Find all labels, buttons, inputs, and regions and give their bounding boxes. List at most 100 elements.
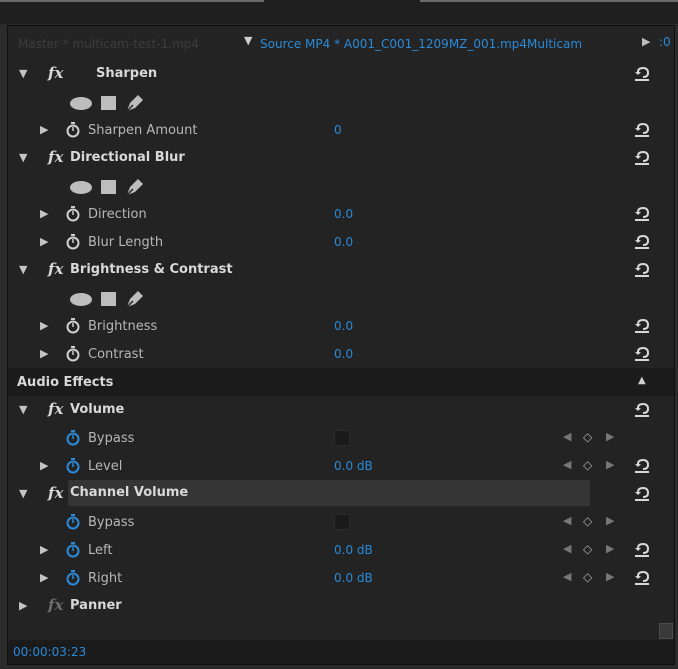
stopwatch-icon[interactable] [66,318,80,334]
param-row-right[interactable]: ▶ Right 0.0 dB ◀ ◇ ▶ [8,564,674,592]
stopwatch-icon[interactable] [66,542,80,558]
stopwatch-icon[interactable] [66,122,80,138]
fx-toggle-icon[interactable]: fx [48,484,63,502]
reset-icon[interactable] [632,316,652,336]
pen-mask-icon[interactable] [124,288,146,310]
next-keyframe-icon[interactable]: ▶ [606,514,614,527]
twirl-right-icon[interactable]: ▶ [40,207,48,220]
reset-icon[interactable] [632,400,652,420]
effect-row-volume[interactable]: ▼ fx Volume [8,396,674,424]
pen-mask-icon[interactable] [124,176,146,198]
effect-row-sharpen[interactable]: ▼ fx Sharpen [8,60,674,88]
playhead-timecode[interactable]: 00:00:03:23 [13,645,86,659]
twirl-right-icon[interactable]: ▶ [40,347,48,360]
bypass-checkbox[interactable] [334,430,350,446]
reset-icon[interactable] [632,148,652,168]
stopwatch-icon[interactable] [66,430,80,446]
add-keyframe-icon[interactable]: ◇ [583,570,592,584]
reset-icon[interactable] [632,344,652,364]
param-row-blur-length[interactable]: ▶ Blur Length 0.0 [8,228,674,256]
param-row-bypass[interactable]: Bypass ◀ ◇ ▶ [8,424,674,452]
twirl-down-icon[interactable]: ▼ [19,67,27,80]
stopwatch-icon[interactable] [66,514,80,530]
param-value[interactable]: 0.0 [334,347,353,361]
reset-icon[interactable] [632,540,652,560]
stopwatch-icon[interactable] [66,346,80,362]
twirl-right-icon[interactable]: ▶ [40,319,48,332]
twirl-right-icon[interactable]: ▶ [40,123,48,136]
param-value[interactable]: 0.0 dB [334,571,373,585]
reset-icon[interactable] [632,204,652,224]
stopwatch-icon[interactable] [66,234,80,250]
master-clip-tab[interactable]: Master * multicam-test-1.mp4 [18,37,199,51]
rectangle-mask-icon[interactable] [101,180,116,194]
fx-toggle-icon[interactable]: fx [48,148,63,166]
add-keyframe-icon[interactable]: ◇ [583,458,592,472]
previous-keyframe-icon[interactable]: ◀ [563,570,571,583]
rectangle-mask-icon[interactable] [101,292,116,306]
audio-effects-header[interactable]: Audio Effects ▲ [8,368,674,396]
ellipse-mask-icon[interactable] [70,97,92,110]
param-row-brightness[interactable]: ▶ Brightness 0.0 [8,312,674,340]
fx-toggle-icon[interactable]: fx [48,260,63,278]
param-value[interactable]: 0.0 [334,319,353,333]
twirl-down-icon[interactable]: ▼ [19,403,27,416]
reset-icon[interactable] [632,484,652,504]
param-row-direction[interactable]: ▶ Direction 0.0 [8,200,674,228]
twirl-down-icon[interactable]: ▼ [19,263,27,276]
reset-icon[interactable] [632,120,652,140]
twirl-down-icon[interactable]: ▼ [19,487,27,500]
param-value[interactable]: 0.0 dB [334,459,373,473]
source-dropdown-arrow-icon[interactable]: ▼ [244,34,252,47]
stopwatch-icon[interactable] [66,458,80,474]
reset-icon[interactable] [632,232,652,252]
param-value[interactable]: 0 [334,123,342,137]
next-keyframe-icon[interactable]: ▶ [606,430,614,443]
play-icon[interactable]: ▶ [642,35,650,48]
twirl-right-icon[interactable]: ▶ [19,599,27,612]
add-keyframe-icon[interactable]: ◇ [583,514,592,528]
ellipse-mask-icon[interactable] [70,181,92,194]
effect-row-channel-volume[interactable]: ▼ fx Channel Volume [8,480,674,508]
param-value[interactable]: 0.0 [334,207,353,221]
reset-icon[interactable] [632,568,652,588]
fx-toggle-icon[interactable]: fx [48,596,63,614]
effect-row-directional-blur[interactable]: ▼ fx Directional Blur [8,144,674,172]
fx-toggle-icon[interactable]: fx [48,64,63,82]
stopwatch-icon[interactable] [66,570,80,586]
next-keyframe-icon[interactable]: ▶ [606,542,614,555]
twirl-right-icon[interactable]: ▶ [40,543,48,556]
collapse-icon[interactable]: ▲ [638,375,646,386]
stopwatch-icon[interactable] [66,206,80,222]
param-row-left[interactable]: ▶ Left 0.0 dB ◀ ◇ ▶ [8,536,674,564]
param-row-level[interactable]: ▶ Level 0.0 dB ◀ ◇ ▶ [8,452,674,480]
param-value[interactable]: 0.0 dB [334,543,373,557]
effect-row-panner[interactable]: ▶ fx Panner [8,592,674,620]
add-keyframe-icon[interactable]: ◇ [583,430,592,444]
reset-icon[interactable] [632,260,652,280]
add-keyframe-icon[interactable]: ◇ [583,542,592,556]
twirl-right-icon[interactable]: ▶ [40,571,48,584]
bypass-checkbox[interactable] [334,514,350,530]
twirl-right-icon[interactable]: ▶ [40,235,48,248]
previous-keyframe-icon[interactable]: ◀ [563,430,571,443]
rectangle-mask-icon[interactable] [101,96,116,110]
reset-icon[interactable] [632,456,652,476]
ellipse-mask-icon[interactable] [70,293,92,306]
previous-keyframe-icon[interactable]: ◀ [563,542,571,555]
next-keyframe-icon[interactable]: ▶ [606,570,614,583]
twirl-right-icon[interactable]: ▶ [40,459,48,472]
next-keyframe-icon[interactable]: ▶ [606,458,614,471]
source-clip-selector[interactable]: Source MP4 * A001_C001_1209MZ_001.mp4Mul… [260,37,582,51]
effect-row-brightness-contrast[interactable]: ▼ fx Brightness & Contrast [8,256,674,284]
pen-mask-icon[interactable] [124,92,146,114]
scrollbar-corner[interactable] [659,623,673,639]
param-row-bypass[interactable]: Bypass ◀ ◇ ▶ [8,508,674,536]
reset-icon[interactable] [632,64,652,84]
fx-toggle-icon[interactable]: fx [48,400,63,418]
param-row-contrast[interactable]: ▶ Contrast 0.0 [8,340,674,368]
twirl-down-icon[interactable]: ▼ [19,151,27,164]
param-row-sharpen-amount[interactable]: ▶ Sharpen Amount 0 [8,116,674,144]
previous-keyframe-icon[interactable]: ◀ [563,458,571,471]
param-value[interactable]: 0.0 [334,235,353,249]
